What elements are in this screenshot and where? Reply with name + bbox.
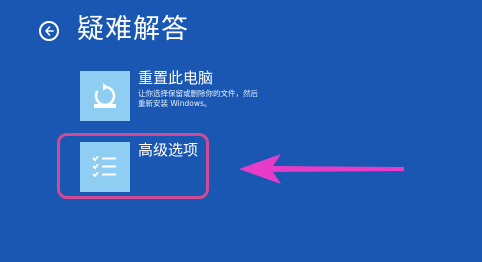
reset-pc-description: 让你选择保留或删除你的文件，然后重新安装 Windows。 [138,89,258,108]
reset-pc-tile[interactable] [80,71,130,121]
back-arrow-icon [45,26,54,36]
highlight-box [57,133,209,199]
pointer-arrow-icon [239,154,404,184]
back-button[interactable] [39,21,59,41]
page-title: 疑难解答 [77,14,189,45]
reset-pc-title[interactable]: 重置此电脑 [138,69,213,87]
reset-pc-icon [94,83,116,108]
troubleshoot-screen: 疑难解答 重置此电脑 让你选择保留或删除你的文件，然后重新安装 Windows。… [0,0,482,262]
